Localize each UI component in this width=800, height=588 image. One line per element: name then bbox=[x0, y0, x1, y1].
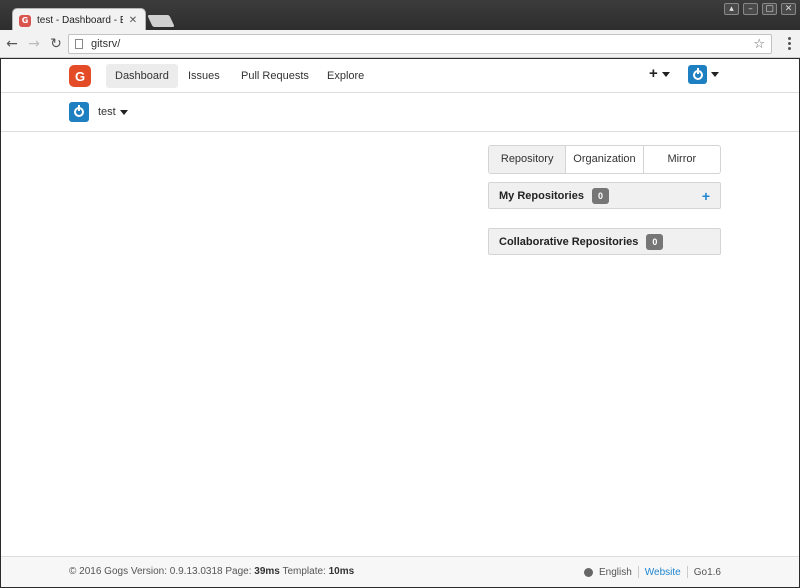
footer-links: English Website Go1.6 bbox=[583, 566, 721, 578]
globe-icon bbox=[583, 567, 593, 577]
url-text[interactable]: gitsrv/ bbox=[91, 38, 753, 50]
page-content: G Dashboard Issues Pull Requests Explore… bbox=[1, 59, 799, 587]
context-bar: test bbox=[1, 93, 799, 132]
avatar bbox=[688, 65, 707, 84]
my-repositories-header: My Repositories 0 + bbox=[488, 182, 721, 209]
chevron-down-icon bbox=[711, 72, 719, 77]
top-navigation: G Dashboard Issues Pull Requests Explore… bbox=[1, 59, 799, 93]
tab-organization[interactable]: Organization bbox=[565, 146, 642, 173]
window-titlebar: G test - Dashboard - Eeni ✕ ▴ – ▢ ✕ bbox=[0, 0, 800, 32]
tab-title: test - Dashboard - Eeni bbox=[37, 15, 123, 26]
tab-repository[interactable]: Repository bbox=[489, 146, 566, 173]
template-time: 10ms bbox=[328, 566, 355, 577]
reload-button[interactable]: ↻ bbox=[46, 34, 66, 54]
back-button[interactable]: ← bbox=[2, 34, 22, 54]
chevron-down-icon bbox=[661, 71, 670, 77]
create-new-menu[interactable]: + bbox=[649, 65, 670, 82]
close-window-button[interactable]: ✕ bbox=[781, 3, 796, 15]
go-version: Go1.6 bbox=[693, 566, 721, 578]
plus-icon: + bbox=[649, 65, 658, 82]
chevron-down-icon bbox=[119, 109, 128, 115]
profile-button[interactable]: ▴ bbox=[724, 3, 739, 15]
new-tab-button[interactable] bbox=[147, 15, 175, 27]
footer-info: © 2016 Gogs Version: 0.9.13.0318 Page: 3… bbox=[69, 566, 354, 577]
browser-toolbar: ← → ↻ gitsrv/ ☆ bbox=[0, 30, 800, 58]
browser-menu-icon[interactable] bbox=[784, 37, 794, 50]
footer: © 2016 Gogs Version: 0.9.13.0318 Page: 3… bbox=[1, 556, 799, 587]
repo-count-badge: 0 bbox=[591, 187, 609, 204]
nav-explore[interactable]: Explore bbox=[318, 64, 373, 88]
maximize-button[interactable]: ▢ bbox=[762, 3, 777, 15]
collaborative-repositories-header: Collaborative Repositories 0 bbox=[488, 228, 721, 255]
gogs-favicon-icon: G bbox=[19, 14, 31, 27]
divider bbox=[637, 566, 639, 578]
address-bar[interactable]: gitsrv/ ☆ bbox=[68, 34, 772, 54]
forward-button[interactable]: → bbox=[24, 34, 44, 54]
context-user-name: test bbox=[98, 106, 116, 118]
template-label: Template: bbox=[279, 566, 329, 577]
close-tab-icon[interactable]: ✕ bbox=[127, 15, 139, 26]
repo-tabs: Repository Organization Mirror bbox=[488, 145, 721, 174]
collab-count-badge: 0 bbox=[646, 233, 664, 250]
page-time: 39ms bbox=[254, 566, 280, 577]
power-icon bbox=[692, 67, 703, 80]
nav-dashboard[interactable]: Dashboard bbox=[106, 64, 178, 88]
tab-mirror[interactable]: Mirror bbox=[642, 146, 720, 173]
my-repositories-title: My Repositories bbox=[499, 189, 584, 202]
nav-issues[interactable]: Issues bbox=[179, 64, 229, 88]
gogs-logo-icon[interactable]: G bbox=[69, 65, 91, 87]
divider bbox=[686, 566, 688, 578]
user-menu[interactable] bbox=[688, 65, 719, 84]
window-controls: ▴ – ▢ ✕ bbox=[724, 3, 796, 15]
avatar bbox=[69, 102, 89, 122]
language-selector[interactable]: English bbox=[599, 567, 632, 578]
bookmark-star-icon[interactable]: ☆ bbox=[753, 37, 765, 52]
copyright-text: © 2016 Gogs Version: 0.9.13.0318 Page: bbox=[69, 566, 255, 577]
collaborative-repositories-title: Collaborative Repositories bbox=[499, 235, 639, 248]
minimize-button[interactable]: – bbox=[743, 3, 758, 15]
power-icon bbox=[74, 105, 84, 117]
add-repository-icon[interactable]: + bbox=[702, 188, 710, 204]
context-switcher[interactable]: test bbox=[69, 102, 128, 122]
browser-tab[interactable]: G test - Dashboard - Eeni ✕ bbox=[12, 8, 146, 32]
nav-pull-requests[interactable]: Pull Requests bbox=[232, 64, 318, 88]
page-icon bbox=[75, 39, 83, 49]
website-link[interactable]: Website bbox=[645, 567, 681, 578]
repository-sidebar: Repository Organization Mirror My Reposi… bbox=[488, 145, 721, 255]
